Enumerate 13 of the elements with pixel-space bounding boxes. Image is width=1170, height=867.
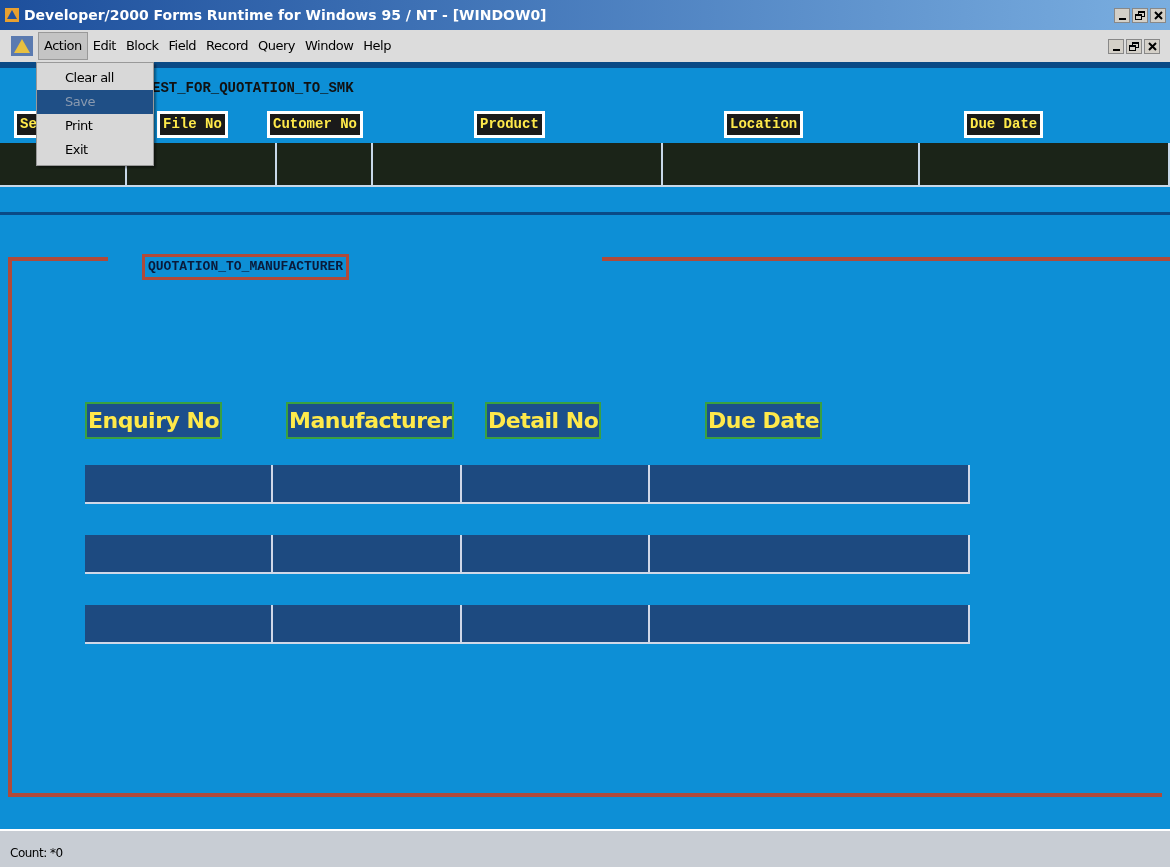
- field-label: Location: [724, 111, 804, 138]
- column-label: Manufacturer: [286, 402, 455, 439]
- column-label: Detail No: [485, 402, 602, 439]
- column-label: Enquiry No: [85, 402, 223, 439]
- column-label: Due Date: [705, 402, 823, 439]
- section-title: QUOTATION_TO_MANUFACTURER: [142, 254, 350, 280]
- block-title: EST_FOR_QUOTATION_TO_SMK: [152, 79, 354, 98]
- window-title: Developer/2000 Forms Runtime for Windows 95 / NT - [WINDOW0]: [24, 5, 547, 25]
- status-text: Count: *0: [10, 845, 63, 862]
- field-label: Due Date: [964, 111, 1044, 138]
- field-label: Product: [474, 111, 545, 138]
- field-label: Cutomer No: [267, 111, 363, 138]
- field-label: File No: [157, 111, 228, 138]
